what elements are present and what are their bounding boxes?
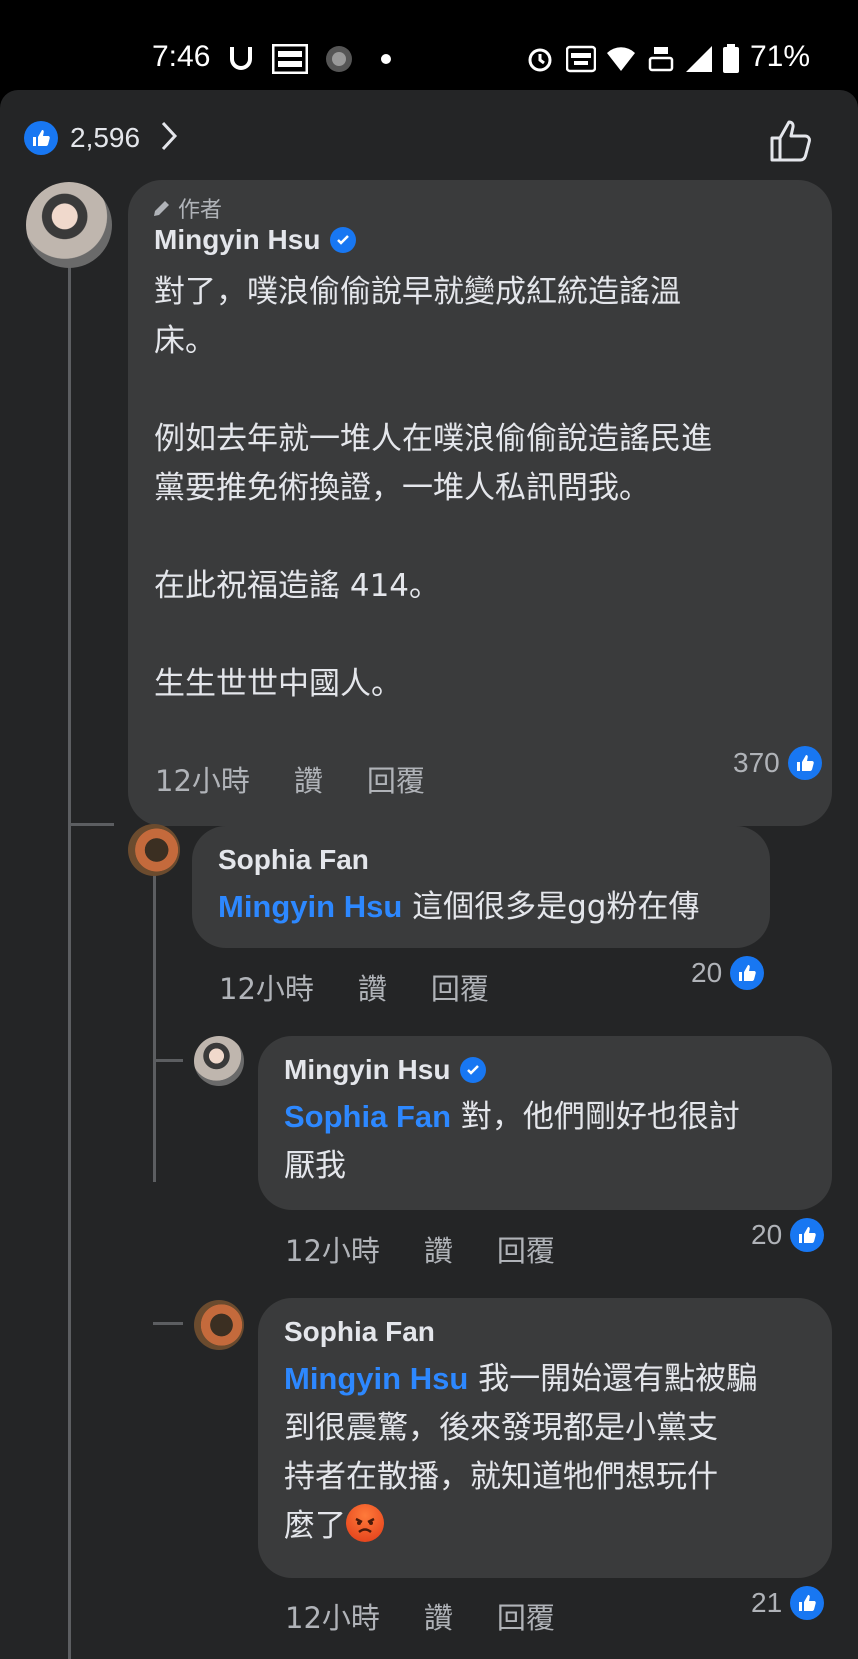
avatar[interactable] xyxy=(194,1036,244,1086)
thread-line-branch xyxy=(153,1059,183,1062)
thread-line-branch xyxy=(153,1322,183,1325)
auto-hz-icon xyxy=(566,44,596,74)
comment-time[interactable]: 12小時 xyxy=(285,1595,380,1637)
comment-author-name[interactable]: Mingyin Hsu xyxy=(154,224,357,256)
reply-button[interactable]: 回覆 xyxy=(497,1595,555,1637)
like-reaction-icon xyxy=(790,1218,825,1252)
comment-text: Mingyin Hsu 我一開始還有點被騙 到很震驚，後來發現都是小黨支 持者在… xyxy=(284,1361,758,1544)
comment-time[interactable]: 12小時 xyxy=(285,1228,380,1270)
like-button[interactable]: 讚 xyxy=(358,966,387,1008)
pencil-icon xyxy=(154,201,169,216)
comment-bubble: 作者 Mingyin Hsu 對了，噗浪偷偷說早就變成紅統造謠溫 床。 例如去年… xyxy=(128,180,832,826)
comment-text: Sophia Fan 對，他們剛好也很討 厭我 xyxy=(284,1099,740,1184)
comment-author-name[interactable]: Mingyin Hsu xyxy=(284,1054,487,1086)
reaction-count[interactable]: 20 xyxy=(691,956,765,990)
comment-text: Mingyin Hsu 這個很多是gg粉在傳 xyxy=(218,889,700,925)
like-reaction-icon xyxy=(787,746,822,780)
thumbs-up-outline-icon xyxy=(770,120,811,162)
reaction-count[interactable]: 21 xyxy=(751,1586,825,1620)
comment-time[interactable]: 12小時 xyxy=(155,758,250,800)
u-icon xyxy=(228,44,254,74)
comment-bubble: Sophia Fan Mingyin Hsu 這個很多是gg粉在傳 xyxy=(192,826,770,948)
comment-bubble: Mingyin Hsu Sophia Fan 對，他們剛好也很討 厭我 xyxy=(258,1036,832,1210)
reply-button[interactable]: 回覆 xyxy=(367,758,425,800)
battery-percentage: 71% xyxy=(750,40,811,73)
reply-button[interactable]: 回覆 xyxy=(431,966,489,1008)
like-post-button[interactable] xyxy=(768,118,814,168)
comment-actions: 12小時 讚 回覆 xyxy=(219,966,533,1008)
author-tag: 作者 xyxy=(152,192,222,224)
thread-line-continued xyxy=(68,826,71,1659)
comment-text: 對了，噗浪偷偷說早就變成紅統造謠溫 床。 例如去年就一堆人在噗浪偷偷說造謠民進 … xyxy=(154,274,712,702)
chevron-right-icon xyxy=(160,120,178,156)
likes-summary[interactable]: 2,596 xyxy=(24,120,178,156)
comment-author-name[interactable]: Sophia Fan xyxy=(218,844,369,876)
angry-emoji-icon xyxy=(346,1504,384,1542)
volte-icon xyxy=(648,44,674,74)
app-icon xyxy=(324,44,354,74)
mention-link[interactable]: Mingyin Hsu xyxy=(218,889,402,924)
dot-icon xyxy=(380,44,392,74)
battery-icon xyxy=(722,44,740,74)
comment-actions: 12小時 讚 回覆 xyxy=(155,758,469,800)
verified-badge-icon xyxy=(460,1057,487,1083)
verified-badge-icon xyxy=(330,227,357,253)
like-button[interactable]: 讚 xyxy=(294,758,323,800)
comments-sheet: 2,596 作者 Mingyin Hsu 對了，噗浪偷偷說早就變成紅統造謠溫 床… xyxy=(0,90,858,1659)
reaction-count[interactable]: 370 xyxy=(733,746,822,780)
like-reaction-icon xyxy=(730,956,765,990)
comment-author-name[interactable]: Sophia Fan xyxy=(284,1316,435,1348)
thread-line-reply xyxy=(153,832,156,1182)
like-button[interactable]: 讚 xyxy=(424,1595,453,1637)
comment-actions: 12小時 讚 回覆 xyxy=(285,1595,599,1637)
alarm-icon xyxy=(526,44,554,74)
thread-line xyxy=(68,266,71,826)
wifi-icon xyxy=(606,44,636,74)
status-time: 7:46 xyxy=(152,40,211,73)
reaction-count[interactable]: 20 xyxy=(751,1218,825,1252)
mention-link[interactable]: Sophia Fan xyxy=(284,1099,451,1134)
avatar[interactable] xyxy=(194,1300,244,1350)
comment-bubble: Sophia Fan Mingyin Hsu 我一開始還有點被騙 到很震驚，後來… xyxy=(258,1298,832,1578)
reply-button[interactable]: 回覆 xyxy=(497,1228,555,1270)
avatar[interactable] xyxy=(26,182,112,268)
comment-time[interactable]: 12小時 xyxy=(219,966,314,1008)
like-count: 2,596 xyxy=(70,122,141,153)
status-bar: 7:46 71% xyxy=(0,0,858,90)
like-button[interactable]: 讚 xyxy=(424,1228,453,1270)
momo-app-icon xyxy=(272,44,308,74)
thread-line-branch xyxy=(68,823,114,826)
mention-link[interactable]: Mingyin Hsu xyxy=(284,1361,468,1396)
comment-actions: 12小時 讚 回覆 xyxy=(285,1228,599,1270)
avatar[interactable] xyxy=(128,824,180,876)
signal-icon xyxy=(684,44,714,74)
like-reaction-icon xyxy=(24,121,58,155)
like-reaction-icon xyxy=(790,1586,825,1620)
